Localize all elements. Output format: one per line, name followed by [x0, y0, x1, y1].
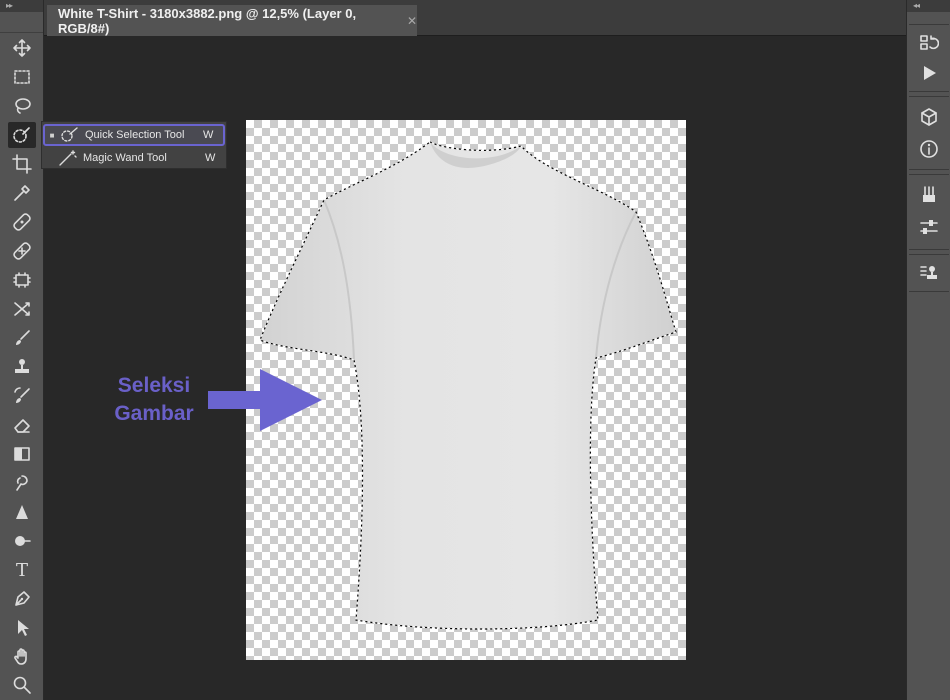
patch-tool[interactable]	[8, 238, 36, 264]
dock-group-brushes	[909, 174, 949, 250]
document-tab[interactable]: White T-Shirt - 3180x3882.png @ 12,5% (L…	[47, 5, 417, 36]
crop-icon	[12, 154, 32, 174]
dodge-icon	[15, 536, 31, 546]
lasso-icon	[15, 98, 31, 114]
arrow-cursor-icon	[18, 620, 29, 636]
move-icon	[13, 39, 31, 57]
pen-icon	[15, 591, 30, 606]
eraser-tool[interactable]	[8, 412, 36, 438]
right-panel-dock: ◂◂	[906, 0, 950, 700]
annotation-line-2: Gambar	[114, 402, 194, 425]
sharpen-tool[interactable]	[8, 499, 36, 525]
flyout-item-label: Magic Wand Tool	[83, 152, 167, 164]
actions-panel-button[interactable]	[917, 61, 941, 85]
bandage-icon	[13, 213, 31, 231]
play-icon	[924, 66, 936, 80]
healing-brush-tool[interactable]	[8, 209, 36, 235]
type-tool[interactable]: T	[8, 557, 36, 583]
stamp-icon	[15, 359, 29, 373]
info-icon	[920, 140, 938, 158]
pen-tool[interactable]	[8, 586, 36, 612]
info-panel-button[interactable]	[917, 137, 941, 161]
close-icon[interactable]: ✕	[407, 14, 417, 28]
flyout-item-quick-selection[interactable]: ■ Quick Selection Tool W	[43, 124, 225, 146]
zoom-tool[interactable]	[8, 672, 36, 698]
tools-panel: ▸▸ T	[0, 0, 44, 700]
clone-source-icon	[920, 266, 937, 279]
brushes-icon	[923, 186, 935, 202]
brush-icon	[16, 330, 30, 345]
smudge-icon	[16, 475, 28, 491]
clone-stamp-tool[interactable]	[8, 354, 36, 380]
toolbar-grip[interactable]: ▸▸	[0, 0, 43, 12]
cross-arrows-icon	[14, 302, 30, 316]
magic-wand-icon	[57, 149, 83, 167]
brush-tool[interactable]	[8, 325, 36, 351]
zoom-icon	[13, 676, 31, 694]
quick-selection-icon	[13, 127, 30, 143]
lasso-tool[interactable]	[8, 93, 36, 119]
triangle-icon	[16, 505, 28, 519]
quick-selection-icon	[59, 126, 85, 144]
frame-icon	[13, 272, 31, 288]
history-panel-button[interactable]	[917, 31, 941, 55]
hand-tool[interactable]	[8, 644, 36, 670]
quick-selection-tool[interactable]	[8, 122, 36, 148]
history-icon	[920, 35, 939, 50]
flyout-item-shortcut: W	[203, 129, 214, 141]
flyout-item-shortcut: W	[205, 152, 216, 164]
selected-bullet-icon: ■	[49, 130, 55, 140]
gradient-icon	[14, 447, 30, 461]
hand-icon	[14, 648, 27, 665]
clone-source-panel-button[interactable]	[917, 261, 941, 285]
crop-tool[interactable]	[8, 151, 36, 177]
annotation-text: Seleksi Gambar	[104, 372, 204, 428]
tool-flyout-menu: ■ Quick Selection Tool W Magic Wand Tool…	[41, 121, 227, 169]
history-brush-tool[interactable]	[8, 383, 36, 409]
flyout-item-magic-wand[interactable]: Magic Wand Tool W	[43, 147, 225, 169]
brushes-panel-button[interactable]	[917, 183, 941, 207]
rectangular-marquee-tool[interactable]	[8, 64, 36, 90]
flyout-item-label: Quick Selection Tool	[85, 129, 185, 141]
smudge-tool[interactable]	[8, 470, 36, 496]
toolbar-header	[0, 12, 43, 33]
patch-icon	[13, 242, 31, 260]
document-title: White T-Shirt - 3180x3882.png @ 12,5% (L…	[58, 5, 357, 36]
3d-panel-button[interactable]	[917, 105, 941, 129]
sliders-icon	[920, 220, 938, 234]
gradient-tool[interactable]	[8, 441, 36, 467]
eyedropper-tool[interactable]	[8, 180, 36, 206]
cube-icon	[921, 108, 937, 126]
move-tool[interactable]	[8, 35, 36, 61]
eyedropper-icon	[14, 185, 30, 201]
adjustments-panel-button[interactable]	[917, 215, 941, 239]
marquee-icon	[14, 70, 30, 84]
path-selection-tool[interactable]	[8, 615, 36, 641]
dodge-tool[interactable]	[8, 528, 36, 554]
dock-group-3d	[909, 96, 949, 170]
dock-grip[interactable]: ◂◂	[907, 0, 950, 12]
eraser-icon	[14, 419, 30, 433]
dock-group-clone-source	[909, 254, 949, 292]
frame-tool[interactable]	[8, 267, 36, 293]
annotation-arrow-icon	[208, 369, 322, 431]
type-icon: T	[15, 559, 28, 581]
annotation-line-1: Seleksi	[117, 374, 191, 397]
document-tab-bar: White T-Shirt - 3180x3882.png @ 12,5% (L…	[44, 0, 906, 36]
content-aware-move-tool[interactable]	[8, 296, 36, 322]
dock-group-history	[909, 24, 949, 92]
history-brush-icon	[14, 387, 30, 403]
